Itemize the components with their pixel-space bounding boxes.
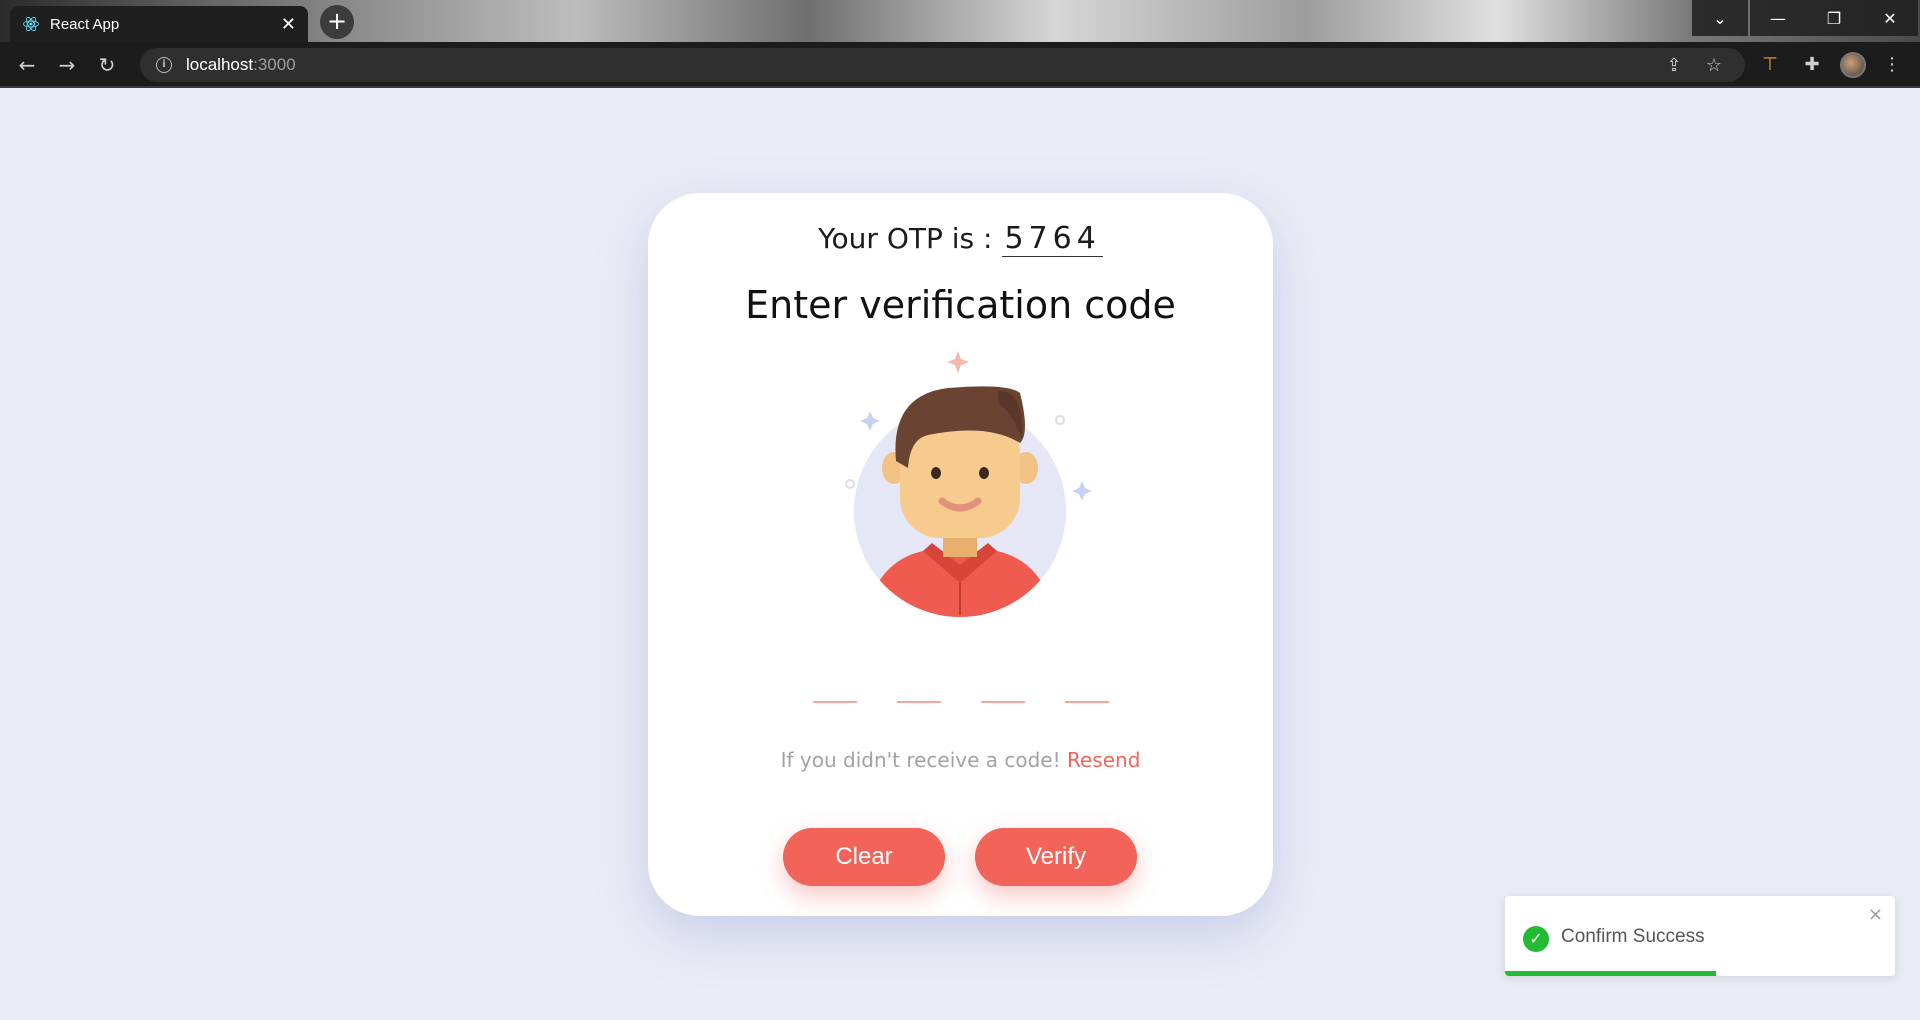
star-icon[interactable]: ☆ bbox=[1702, 55, 1726, 76]
tab-title: React App bbox=[50, 15, 120, 33]
resend-link[interactable]: Resend bbox=[1067, 748, 1140, 772]
restore-icon[interactable]: ❐ bbox=[1806, 0, 1862, 36]
puzzle-icon[interactable]: ✚ bbox=[1800, 54, 1824, 75]
otp-card: Your OTP is : 5764 Enter verification cod… bbox=[648, 193, 1273, 916]
window-close-icon[interactable]: ✕ bbox=[1862, 0, 1918, 36]
toast-progress-bar bbox=[1505, 971, 1895, 976]
url-host: localhost bbox=[186, 55, 254, 74]
minimize-icon[interactable]: — bbox=[1750, 0, 1806, 36]
toast-progress-fill bbox=[1505, 971, 1716, 976]
verify-button[interactable]: Verify bbox=[975, 828, 1137, 886]
browser-toolbar: ← → ↻ i localhost:3000 ⇪ ☆ ⊤ ✚ ⋮ bbox=[0, 42, 1920, 88]
otp-digit-4[interactable] bbox=[1064, 663, 1109, 703]
extension-icon[interactable]: ⊤ bbox=[1758, 54, 1782, 75]
otp-input-group bbox=[648, 663, 1273, 703]
close-icon[interactable]: ✕ bbox=[281, 14, 296, 35]
resend-text: If you didn't receive a code! bbox=[780, 748, 1061, 772]
otp-label: Your OTP is : bbox=[818, 222, 993, 255]
plus-icon: + bbox=[326, 7, 348, 35]
forward-icon[interactable]: → bbox=[54, 52, 80, 78]
new-tab-button[interactable]: + bbox=[320, 5, 354, 39]
otp-digit-3[interactable] bbox=[980, 663, 1025, 703]
browser-tab[interactable]: React App ✕ bbox=[10, 6, 308, 42]
share-icon[interactable]: ⇪ bbox=[1662, 55, 1686, 76]
resend-line: If you didn't receive a code! Resend bbox=[648, 748, 1273, 772]
menu-icon[interactable]: ⋮ bbox=[1880, 54, 1904, 75]
user-avatar-illustration bbox=[845, 351, 1092, 617]
check-icon: ✓ bbox=[1523, 926, 1549, 952]
react-icon bbox=[23, 16, 39, 32]
chevron-down-icon[interactable]: ⌄ bbox=[1692, 0, 1748, 36]
page-title: Enter verification code bbox=[745, 283, 1176, 327]
address-bar[interactable]: i localhost:3000 ⇪ ☆ bbox=[140, 48, 1745, 82]
otp-value: 5764 bbox=[1002, 221, 1103, 257]
info-icon[interactable]: i bbox=[156, 57, 172, 73]
clear-button[interactable]: Clear bbox=[783, 828, 945, 886]
success-toast: ✓ Confirm Success × bbox=[1505, 896, 1895, 976]
avatar[interactable] bbox=[1840, 52, 1866, 78]
close-icon[interactable]: × bbox=[1868, 904, 1883, 925]
toast-message: Confirm Success bbox=[1561, 926, 1705, 947]
otp-digit-1[interactable] bbox=[812, 663, 857, 703]
browser-titlebar: React App ✕ + ⌄ — ❐ ✕ bbox=[0, 0, 1920, 42]
url-port: :3000 bbox=[253, 55, 296, 74]
otp-display: Your OTP is : 5764 bbox=[648, 221, 1273, 257]
back-icon[interactable]: ← bbox=[14, 52, 40, 78]
reload-icon[interactable]: ↻ bbox=[94, 52, 120, 78]
otp-digit-2[interactable] bbox=[896, 663, 941, 703]
